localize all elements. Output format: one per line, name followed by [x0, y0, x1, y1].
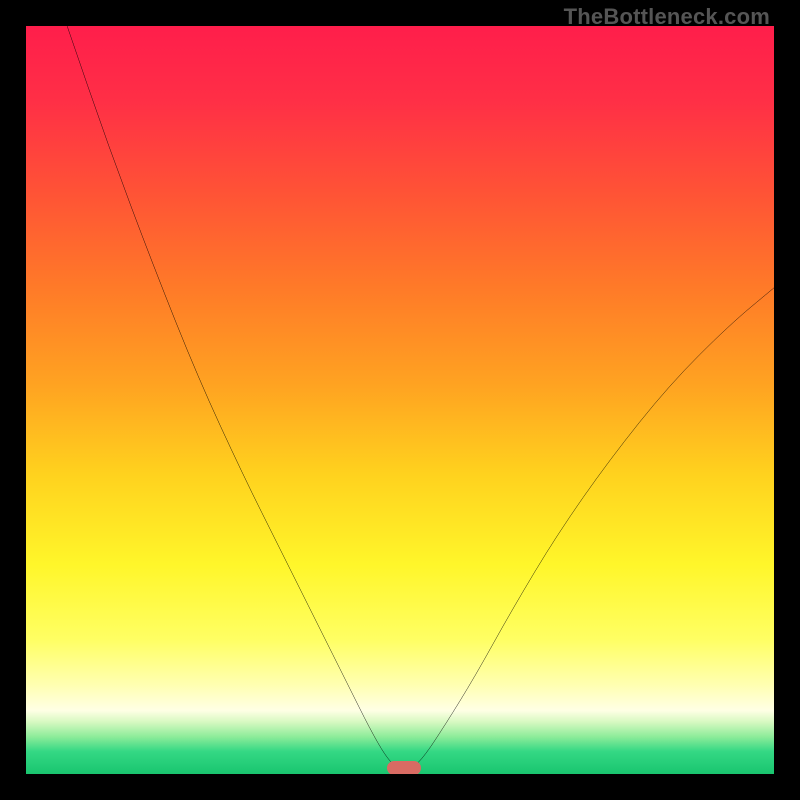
plot-area: [26, 26, 774, 774]
chart-frame: TheBottleneck.com: [0, 0, 800, 800]
bottleneck-curve: [26, 26, 774, 774]
optimum-marker: [387, 761, 421, 774]
